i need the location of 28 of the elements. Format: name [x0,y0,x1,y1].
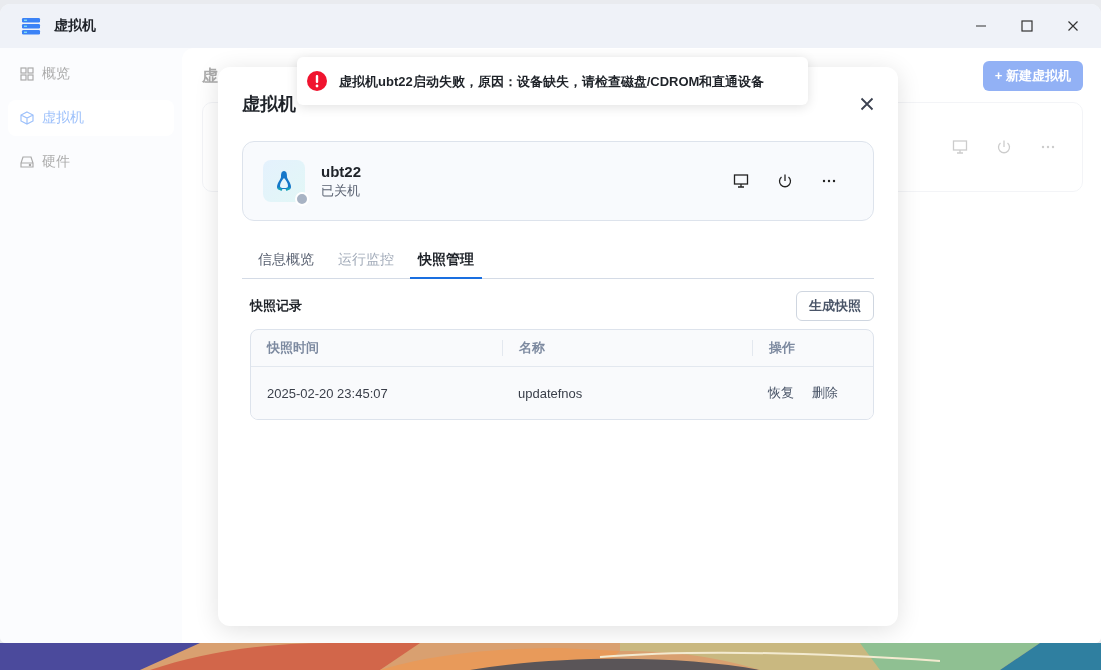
window-title: 虚拟机 [54,17,96,35]
maximize-icon[interactable] [1021,20,1033,32]
column-header: 快照时间 [265,340,320,356]
cube-icon [20,111,34,125]
dialog-title: 虚拟机 [242,93,296,116]
tab[interactable]: 快照管理 [410,245,482,279]
section-title: 快照记录 [250,297,302,315]
toast-message: 虚拟机ubt22启动失败，原因：设备缺失，请检查磁盘/CDROM和直通设备 [339,73,765,91]
app-icon [20,15,42,37]
power-icon[interactable] [777,173,793,189]
table-cell-text: 2025-02-20 23:45:07 [266,385,389,401]
column-header: 操作 [752,340,873,356]
action-link[interactable]: 恢复 [768,384,794,402]
vm-status: 已关机 [321,181,361,200]
page-heading: 虚 [202,65,218,86]
close-icon[interactable] [1067,20,1079,32]
table-cell-text: updatefnos [517,385,584,401]
column-header: 名称 [502,340,752,356]
close-icon[interactable] [860,97,874,111]
grid-icon [20,67,34,81]
penguin-icon [274,170,294,192]
tab[interactable]: 信息概览 [250,245,322,279]
vm-name: ubt22 [321,162,361,180]
create-snapshot-button[interactable]: 生成快照 [796,291,874,321]
action-link[interactable]: 删除 [812,384,838,402]
error-icon [307,71,327,91]
monitor-icon[interactable] [733,173,749,189]
drive-icon [20,155,34,169]
